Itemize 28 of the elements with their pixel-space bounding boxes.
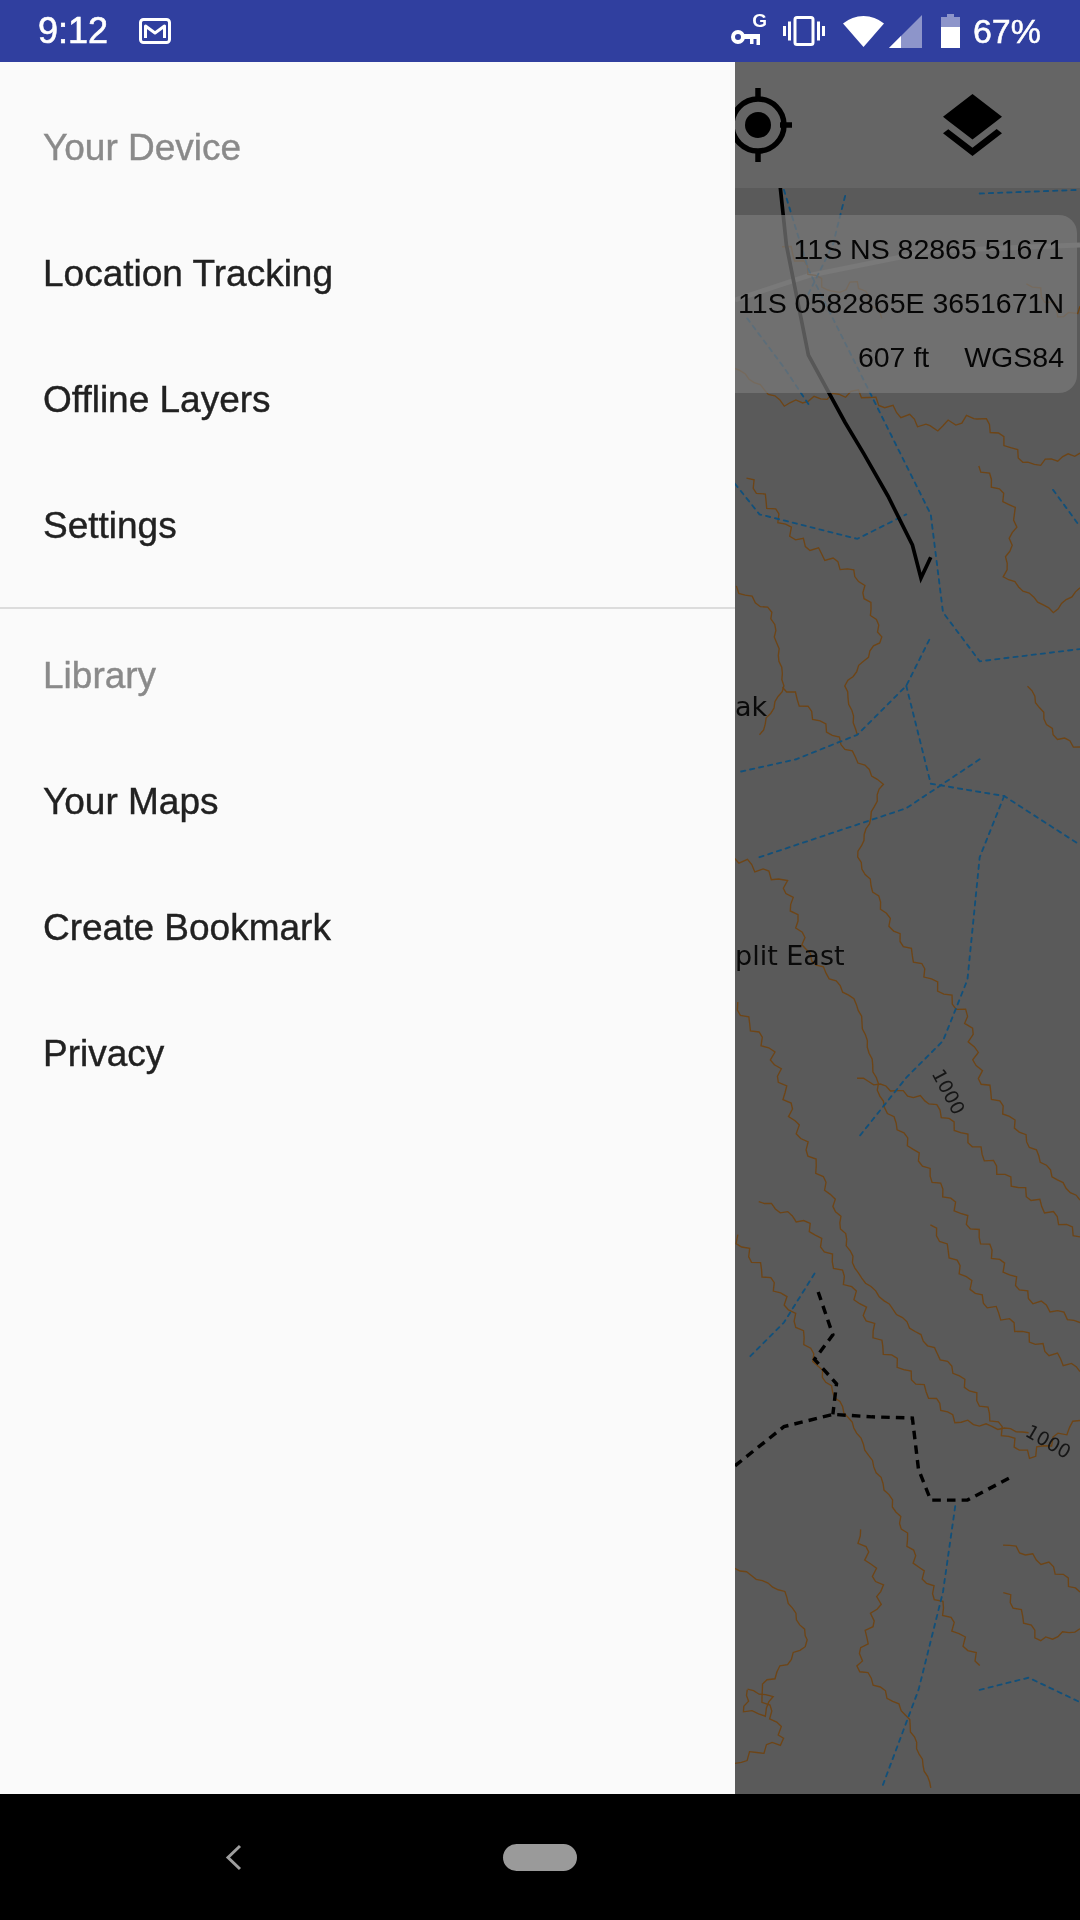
map-label: ak [735,691,768,723]
back-icon[interactable] [225,1843,242,1871]
menu-item[interactable]: Privacy [43,1033,165,1075]
menu-item[interactable]: Location Tracking [43,253,333,295]
map-label: plit East [735,940,845,972]
crosshair-icon[interactable] [735,88,792,162]
mail-icon [139,18,172,44]
key-icon [730,27,760,47]
wifi-icon [842,15,884,47]
menu-item[interactable]: Create Bookmark [43,907,331,949]
menu-item[interactable]: Offline Layers [43,379,271,421]
section-header: Your Device [43,127,242,169]
map-label: 1000 [927,1065,969,1119]
datum-text: WGS84 [964,342,1064,374]
layers-icon[interactable] [943,94,1002,156]
battery-icon [940,14,960,48]
vibrate-icon [782,16,825,46]
utm-coordinates-text: 11S 0582865E 3651671N [738,288,1064,320]
signal-icon [888,14,922,48]
menu-item[interactable]: Your Maps [43,781,219,823]
menu-item[interactable]: Settings [43,505,177,547]
battery-percent: 67% [972,14,1041,48]
status-time: 9:12 [38,13,109,49]
home-button[interactable] [503,1843,577,1871]
vpn-provider-letter: G [752,13,767,29]
elevation-text: 607 ft [857,342,930,374]
grid-reference-text: 11S NS 82865 51671 [793,234,1064,266]
section-header: Library [43,655,157,697]
